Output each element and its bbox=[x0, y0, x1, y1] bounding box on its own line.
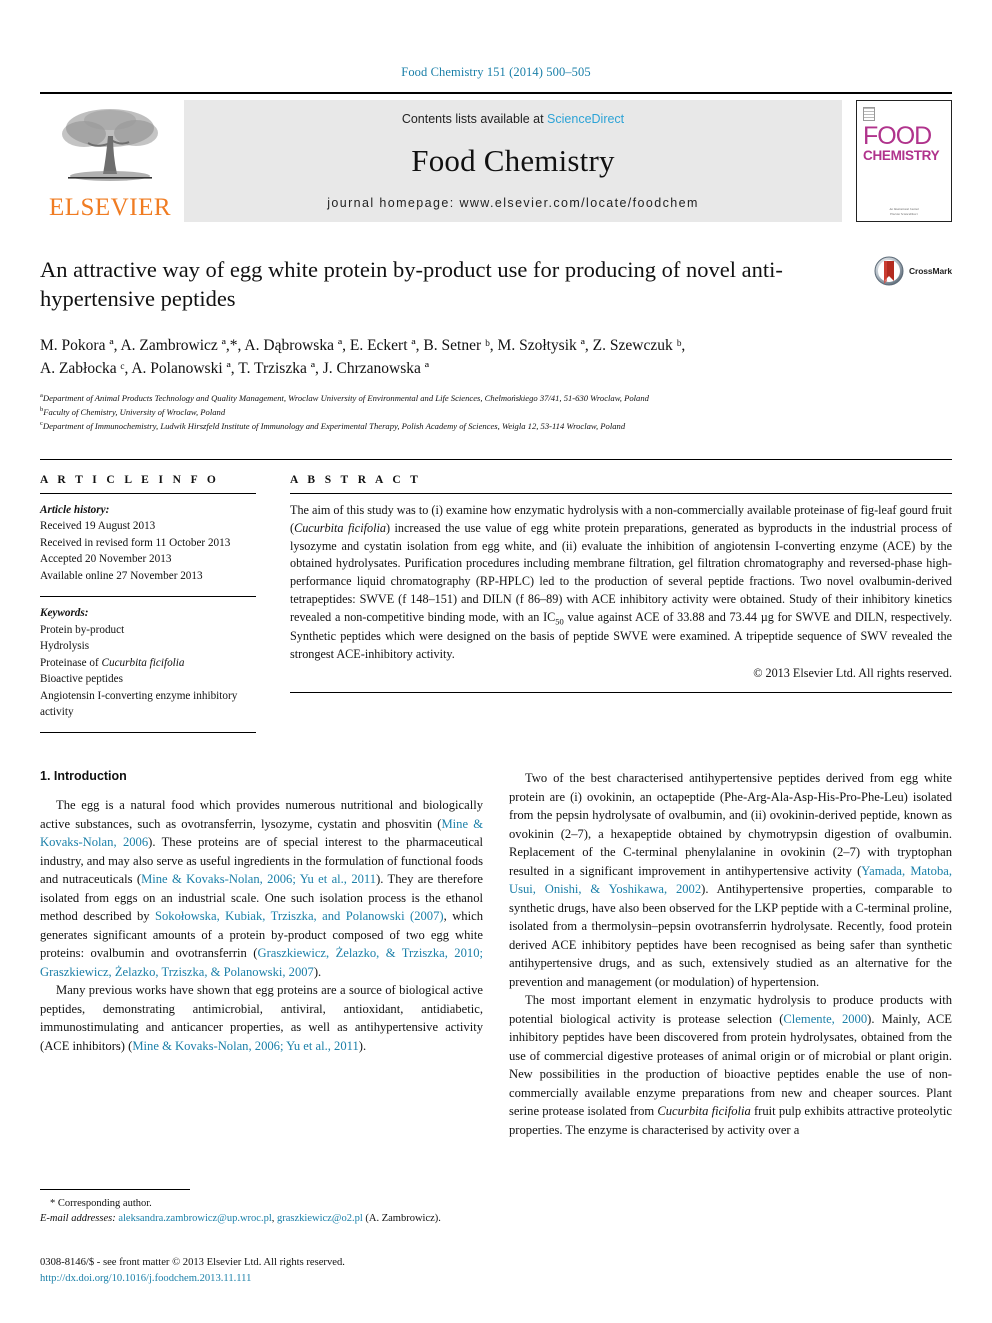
keyword-item: Hydrolysis bbox=[40, 640, 90, 653]
abstract-column: A B S T R A C T The aim of this study wa… bbox=[290, 474, 952, 741]
body-left-column: 1. Introduction The egg is a natural foo… bbox=[40, 769, 483, 1139]
info-abstract-region: A R T I C L E I N F O Article history: R… bbox=[40, 459, 952, 741]
citation-link[interactable]: Yamada, Matoba, Usui, Onishi, & Yoshikaw… bbox=[509, 864, 952, 897]
article-info-heading: A R T I C L E I N F O bbox=[40, 474, 220, 487]
abstract-copyright: © 2013 Elsevier Ltd. All rights reserved… bbox=[753, 666, 952, 681]
abstract-rule bbox=[290, 493, 952, 495]
issn-front-matter: 0308-8146/$ - see front matter © 2013 El… bbox=[40, 1257, 345, 1269]
history-item: Received in revised form 11 October 2013 bbox=[40, 536, 231, 549]
abstract-bottom-rule bbox=[290, 692, 952, 694]
history-item: Available online 27 November 2013 bbox=[40, 569, 203, 582]
crossmark-icon bbox=[874, 256, 904, 286]
journal-title: Food Chemistry bbox=[411, 143, 615, 178]
keywords-block: Keywords: Protein by-product Hydrolysis … bbox=[40, 605, 256, 720]
citation-link[interactable]: Mine & Kovaks-Nolan, 2006; Yu et al., 20… bbox=[132, 1039, 358, 1053]
contents-available-line: Contents lists available at ScienceDirec… bbox=[402, 112, 624, 126]
masthead-center-band: Contents lists available at ScienceDirec… bbox=[184, 100, 842, 222]
paragraph: Two of the best characterised antihypert… bbox=[509, 771, 952, 989]
citation-link[interactable]: Clemente, 2000 bbox=[783, 1012, 867, 1026]
affiliation-b: bFaculty of Chemistry, University of Wro… bbox=[40, 405, 952, 419]
citation-link[interactable]: Mine & Kovaks-Nolan, 2006; Yu et al., 20… bbox=[141, 872, 376, 886]
abstract-heading: A B S T R A C T bbox=[290, 474, 422, 487]
author-list: M. Pokora ª, A. Zambrowicz ª,*, A. Dąbro… bbox=[40, 334, 952, 381]
corresponding-author-note: * Corresponding author. bbox=[50, 1197, 152, 1209]
section-heading-introduction: 1. Introduction bbox=[40, 769, 127, 784]
keyword-item: Protein by-product bbox=[40, 623, 125, 636]
keyword-item: Proteinase of Cucurbita ficifolia bbox=[40, 656, 185, 669]
cover-footer-line2: Elsevier ScienceDirect bbox=[890, 212, 918, 217]
email-owner: (A. Zambrowicz). bbox=[365, 1213, 441, 1225]
cover-title-top: FOOD bbox=[863, 122, 932, 150]
body-right-column: Two of the best characterised antihypert… bbox=[509, 769, 952, 1139]
running-head: Food Chemistry 151 (2014) 500–505 bbox=[401, 65, 591, 79]
abstract-text: The aim of this study was to (i) examine… bbox=[290, 503, 952, 661]
article-title: An attractive way of egg white protein b… bbox=[40, 257, 783, 311]
email-link-secondary[interactable]: graszkiewicz@o2.pl bbox=[277, 1213, 363, 1224]
doi-link[interactable]: http://dx.doi.org/10.1016/j.foodchem.201… bbox=[40, 1271, 345, 1287]
title-block: An attractive way of egg white protein b… bbox=[40, 256, 952, 318]
author-line-1: M. Pokora ª, A. Zambrowicz ª,*, A. Dąbro… bbox=[40, 337, 686, 354]
history-item: Received 19 August 2013 bbox=[40, 520, 156, 533]
author-line-2: A. Zabłocka ᶜ, A. Polanowski ª, T. Trzis… bbox=[40, 360, 430, 378]
affiliation-c: cDepartment of Immunochemistry, Ludwik H… bbox=[40, 419, 952, 433]
article-info-bottom-rule bbox=[40, 732, 256, 734]
cover-title-bottom: CHEMISTRY bbox=[863, 147, 940, 163]
affiliation-text-a: Department of Animal Products Technology… bbox=[42, 392, 649, 403]
elsevier-logo: ELSEVIER bbox=[40, 100, 180, 222]
history-item: Accepted 20 November 2013 bbox=[40, 553, 172, 566]
crossmark-label: CrossMark bbox=[908, 266, 952, 276]
journal-cover-thumbnail: FOOD CHEMISTRY An International Journal … bbox=[856, 100, 952, 222]
corresponding-author-footnote: * Corresponding author. E-mail addresses… bbox=[40, 1188, 452, 1228]
contents-prefix: Contents lists available at bbox=[401, 112, 548, 126]
affiliation-a: aDepartment of Animal Products Technolog… bbox=[40, 391, 952, 405]
article-history-label: Article history: bbox=[40, 504, 110, 517]
elsevier-wordmark: ELSEVIER bbox=[48, 194, 172, 221]
paragraph: The egg is a natural food which provides… bbox=[40, 798, 483, 979]
journal-homepage-link[interactable]: journal homepage: www.elsevier.com/locat… bbox=[327, 196, 699, 210]
footnote-rule bbox=[40, 1188, 190, 1190]
affiliation-text-b: Faculty of Chemistry, University of Wroc… bbox=[43, 406, 226, 417]
citation-link[interactable]: Mine & Kovaks-Nolan, 2006 bbox=[40, 817, 483, 850]
affiliation-list: aDepartment of Animal Products Technolog… bbox=[40, 391, 952, 434]
crossmark-badge[interactable]: CrossMark bbox=[874, 256, 952, 286]
keywords-rule bbox=[40, 596, 256, 598]
article-info-column: A R T I C L E I N F O Article history: R… bbox=[40, 474, 290, 741]
keyword-item: Angiotensin I-converting enzyme inhibito… bbox=[40, 689, 238, 718]
journal-masthead: ELSEVIER Contents lists available at Sci… bbox=[40, 92, 952, 222]
elsevier-tree-icon bbox=[62, 109, 158, 181]
keywords-label: Keywords: bbox=[40, 607, 89, 620]
cover-badge-icon bbox=[863, 107, 875, 121]
imprint-block: 0308-8146/$ - see front matter © 2013 El… bbox=[40, 1255, 345, 1287]
sciencedirect-link[interactable]: ScienceDirect bbox=[547, 112, 624, 126]
footnote-text: * Corresponding author. E-mail addresses… bbox=[40, 1196, 452, 1228]
cover-footer: An International Journal Elsevier Scienc… bbox=[863, 207, 945, 217]
article-info-rule bbox=[40, 493, 256, 495]
paragraph: Many previous works have shown that egg … bbox=[40, 983, 483, 1053]
email-addresses-label: E-mail addresses: bbox=[40, 1213, 116, 1225]
email-link-primary[interactable]: aleksandra.zambrowicz@up.wroc.pl bbox=[118, 1213, 271, 1224]
article-page: Food Chemistry 151 (2014) 500–505 ELSEVI… bbox=[0, 0, 992, 1323]
keyword-item: Bioactive peptides bbox=[40, 673, 123, 686]
affiliation-text-c: Department of Immunochemistry, Ludwik Hi… bbox=[42, 420, 626, 431]
body-columns: 1. Introduction The egg is a natural foo… bbox=[40, 769, 952, 1139]
citation-link[interactable]: Graszkiewicz, Żelazko, & Trziszka, 2010;… bbox=[40, 946, 483, 979]
article-history-block: Article history: Received 19 August 2013… bbox=[40, 502, 256, 584]
paragraph: The most important element in enzymatic … bbox=[509, 993, 952, 1137]
citation-link[interactable]: Sokołowska, Kubiak, Trziszka, and Polano… bbox=[155, 909, 444, 923]
email-addresses-line: E-mail addresses: aleksandra.zambrowicz@… bbox=[40, 1213, 441, 1225]
keyword-species: Cucurbita ficifolia bbox=[101, 656, 185, 669]
